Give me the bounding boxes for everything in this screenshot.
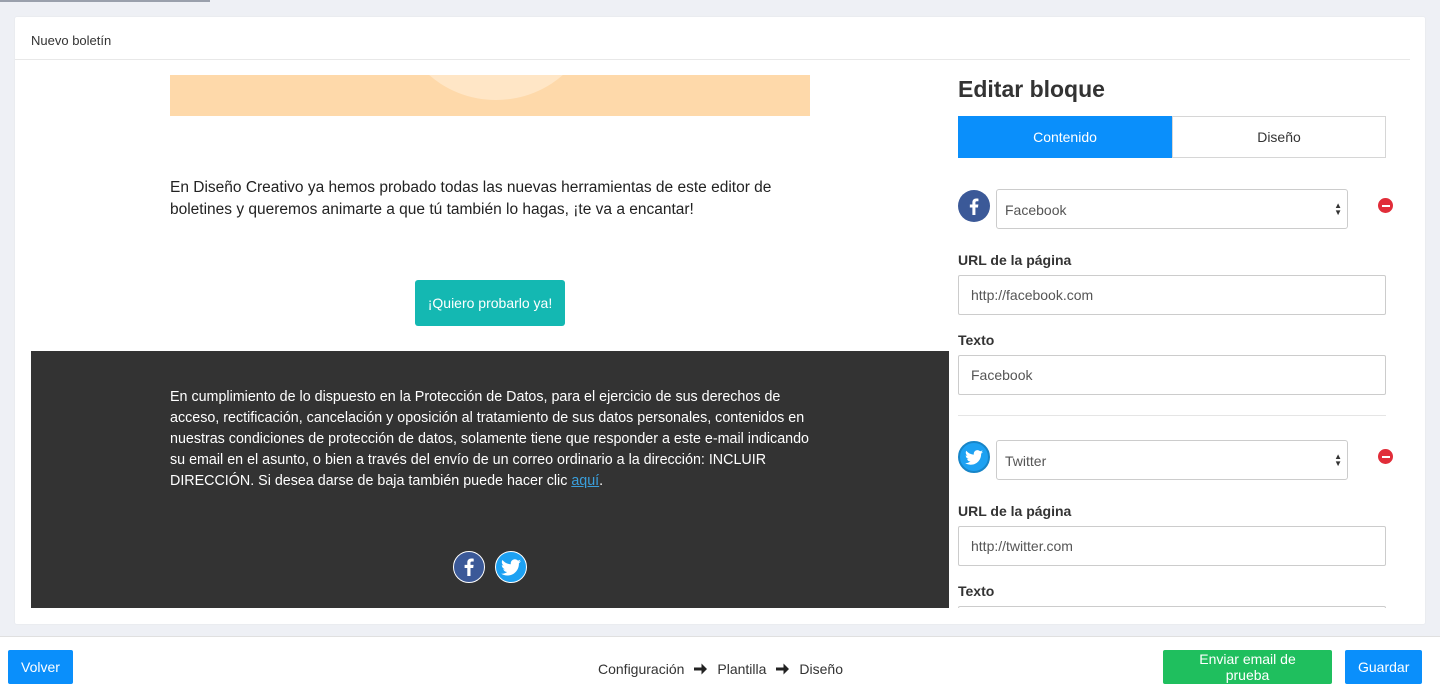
remove-twitter-button[interactable] bbox=[1378, 449, 1393, 464]
url-input-facebook[interactable] bbox=[958, 275, 1386, 315]
facebook-icon bbox=[958, 190, 990, 222]
select-arrows-icon: ▲ ▼ bbox=[1334, 452, 1342, 468]
back-button[interactable]: Volver bbox=[8, 650, 73, 684]
twitter-icon bbox=[958, 441, 990, 473]
legal-text-body: En cumplimiento de lo dispuesto en la Pr… bbox=[170, 389, 809, 489]
network-select-value: Twitter bbox=[1005, 453, 1047, 469]
banner-decoration bbox=[396, 75, 596, 100]
twitter-icon[interactable] bbox=[495, 551, 527, 583]
tab-diseno[interactable]: Diseño bbox=[1172, 116, 1386, 158]
header-banner[interactable] bbox=[170, 75, 810, 116]
intro-text-block[interactable]: En Diseño Creativo ya hemos probado toda… bbox=[170, 177, 810, 221]
save-button[interactable]: Guardar bbox=[1345, 650, 1422, 684]
footer-block[interactable]: En cumplimiento de lo dispuesto en la Pr… bbox=[31, 351, 949, 608]
step-plantilla[interactable]: Plantilla bbox=[717, 661, 766, 677]
arrow-right-icon bbox=[776, 663, 790, 675]
minus-icon bbox=[1381, 204, 1390, 207]
bottom-action-bar: Volver Configuración Plantilla Diseño En… bbox=[0, 636, 1440, 696]
network-select-value: Facebook bbox=[1005, 202, 1067, 218]
text-label-twitter: Texto bbox=[958, 583, 995, 599]
step-configuracion[interactable]: Configuración bbox=[598, 661, 684, 677]
page-title: Nuevo boletín bbox=[31, 33, 112, 48]
url-label-facebook: URL de la página bbox=[958, 252, 1072, 268]
url-input-twitter[interactable] bbox=[958, 526, 1386, 566]
url-label-twitter: URL de la página bbox=[958, 503, 1072, 519]
editor-tabs: Contenido Diseño bbox=[958, 116, 1386, 158]
text-input-twitter[interactable] bbox=[958, 606, 1386, 608]
text-input-facebook[interactable] bbox=[958, 355, 1386, 395]
social-row-facebook: Facebook ▲ ▼ bbox=[958, 189, 1398, 230]
newsletter-card: Nuevo boletín En Diseño Creativo ya hemo… bbox=[15, 17, 1425, 624]
unsubscribe-link[interactable]: aquí bbox=[571, 473, 599, 489]
tab-contenido[interactable]: Contenido bbox=[958, 116, 1172, 158]
send-test-email-button[interactable]: Enviar email de prueba bbox=[1163, 650, 1332, 684]
editor-panel: Editar bloque Contenido Diseño Facebook … bbox=[958, 60, 1425, 608]
arrow-right-icon bbox=[694, 663, 708, 675]
text-label-facebook: Texto bbox=[958, 332, 995, 348]
wizard-steps: Configuración Plantilla Diseño bbox=[598, 661, 843, 677]
minus-icon bbox=[1381, 455, 1390, 458]
cta-button[interactable]: ¡Quiero probarlo ya! bbox=[415, 280, 565, 326]
newsletter-preview: En Diseño Creativo ya hemos probado toda… bbox=[31, 60, 949, 608]
remove-facebook-button[interactable] bbox=[1378, 198, 1393, 213]
editor-title: Editar bloque bbox=[958, 76, 1105, 102]
network-select-facebook[interactable]: Facebook ▲ ▼ bbox=[996, 189, 1348, 229]
legal-text-end: . bbox=[599, 473, 604, 489]
legal-text: En cumplimiento de lo dispuesto en la Pr… bbox=[170, 387, 810, 492]
social-row-twitter: Twitter ▲ ▼ bbox=[958, 440, 1398, 481]
step-diseno[interactable]: Diseño bbox=[799, 661, 843, 677]
section-divider bbox=[958, 415, 1386, 416]
top-progress-bar bbox=[0, 0, 210, 2]
footer-social-icons bbox=[453, 551, 527, 583]
network-select-twitter[interactable]: Twitter ▲ ▼ bbox=[996, 440, 1348, 480]
select-arrows-icon: ▲ ▼ bbox=[1334, 201, 1342, 217]
facebook-icon[interactable] bbox=[453, 551, 485, 583]
card-header: Nuevo boletín bbox=[15, 17, 1410, 60]
